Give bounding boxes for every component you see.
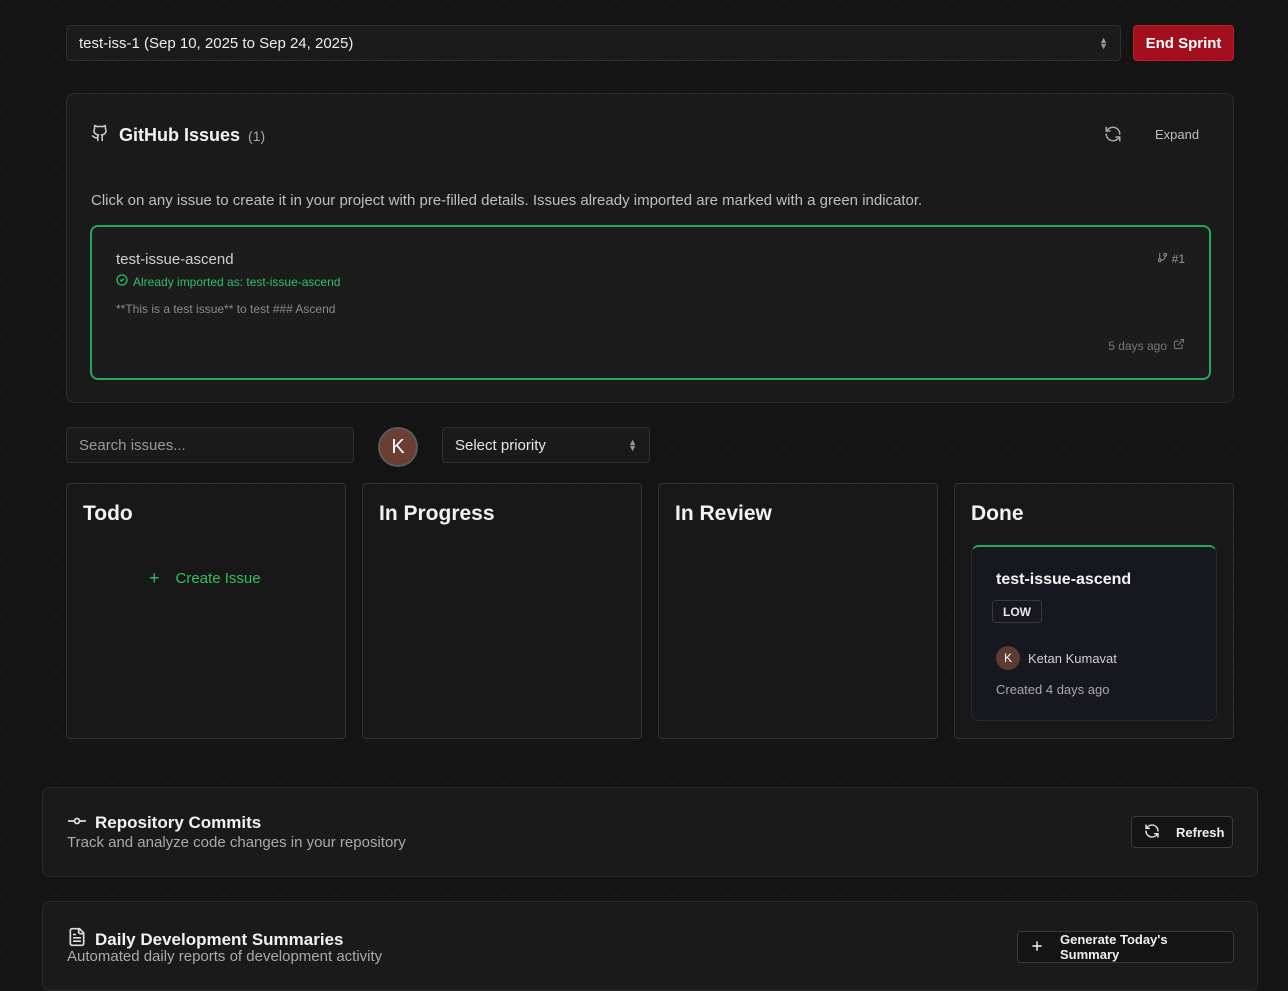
end-sprint-button[interactable]: End Sprint <box>1133 25 1234 61</box>
repository-commits-header: Repository Commits <box>67 813 261 833</box>
sprint-select[interactable]: test-iss-1 (Sep 10, 2025 to Sep 24, 2025… <box>66 25 1121 61</box>
repository-commits-panel: Repository Commits Track and analyze cod… <box>42 787 1258 877</box>
assignee-name: Ketan Kumavat <box>1028 650 1117 666</box>
create-issue-label: Create Issue <box>175 570 261 587</box>
column-todo: Todo + Create Issue <box>66 483 346 739</box>
github-issue-card[interactable]: test-issue-ascend Already imported as: t… <box>90 225 1211 380</box>
refresh-icon <box>1144 823 1176 842</box>
daily-summaries-title: Daily Development Summaries <box>95 929 344 949</box>
column-title: In Progress <box>379 502 495 525</box>
refresh-icon[interactable] <box>1104 125 1124 145</box>
github-icon <box>91 124 119 147</box>
task-title: test-issue-ascend <box>996 571 1132 588</box>
create-issue-button[interactable]: + Create Issue <box>149 568 261 589</box>
task-card[interactable]: test-issue-ascend LOW K Ketan Kumavat Cr… <box>971 545 1217 721</box>
issue-number-text: #1 <box>1171 252 1185 266</box>
github-issues-count: (1) <box>248 127 266 144</box>
check-circle-icon <box>116 274 133 289</box>
column-in-progress: In Progress <box>362 483 642 739</box>
issue-number: #1 <box>1157 252 1185 266</box>
priority-select[interactable]: Select priority ▲ ▼ <box>442 427 650 463</box>
expand-button[interactable]: Expand <box>1145 125 1209 144</box>
repository-commits-subtitle: Track and analyze code changes in your r… <box>67 834 406 851</box>
repository-commits-title: Repository Commits <box>95 813 262 832</box>
plus-icon <box>1030 939 1060 956</box>
column-title: Done <box>971 502 1024 525</box>
issue-time-text: 5 days ago <box>1108 338 1167 353</box>
column-in-review: In Review <box>658 483 938 739</box>
chevron-up-down-icon: ▲ ▼ <box>1099 35 1108 51</box>
external-link-icon[interactable] <box>1167 338 1185 353</box>
git-commit-icon <box>67 813 95 833</box>
daily-summaries-panel: Daily Development Summaries Automated da… <box>42 901 1258 991</box>
sprint-select-value: test-iss-1 (Sep 10, 2025 to Sep 24, 2025… <box>79 34 354 52</box>
github-issues-header: GitHub Issues (1) <box>91 124 265 147</box>
generate-summary-button[interactable]: Generate Today's Summary <box>1017 931 1234 963</box>
priority-badge: LOW <box>992 600 1042 623</box>
task-created: Created 4 days ago <box>996 682 1110 697</box>
column-done: Done test-issue-ascend LOW K Ketan Kumav… <box>954 483 1234 739</box>
chevron-up-down-icon: ▲ ▼ <box>628 437 637 453</box>
github-issues-description: Click on any issue to create it in your … <box>91 192 923 209</box>
imported-text: Already imported as: test-issue-ascend <box>133 274 341 289</box>
avatar: K <box>996 646 1020 670</box>
refresh-label: Refresh <box>1176 824 1225 840</box>
issue-body: **This is a test issue** to test ### Asc… <box>116 302 336 316</box>
column-title: Todo <box>83 502 133 525</box>
search-input[interactable] <box>66 427 354 463</box>
git-branch-icon <box>1157 252 1172 266</box>
github-issues-panel: GitHub Issues (1) Expand Click on any is… <box>66 93 1234 403</box>
priority-select-value: Select priority <box>455 436 546 454</box>
github-issues-title: GitHub Issues <box>119 125 241 145</box>
issue-title: test-issue-ascend <box>116 251 234 268</box>
column-title: In Review <box>675 502 772 525</box>
issue-time: 5 days ago <box>1108 338 1185 353</box>
task-assignee: K Ketan Kumavat <box>996 646 1117 670</box>
generate-summary-label: Generate Today's Summary <box>1060 932 1168 962</box>
daily-summaries-subtitle: Automated daily reports of development a… <box>67 948 383 965</box>
imported-indicator: Already imported as: test-issue-ascend <box>116 274 340 289</box>
refresh-commits-button[interactable]: Refresh <box>1131 816 1233 848</box>
plus-icon: + <box>149 568 160 588</box>
assignee-filter-avatar[interactable]: K <box>378 427 418 467</box>
